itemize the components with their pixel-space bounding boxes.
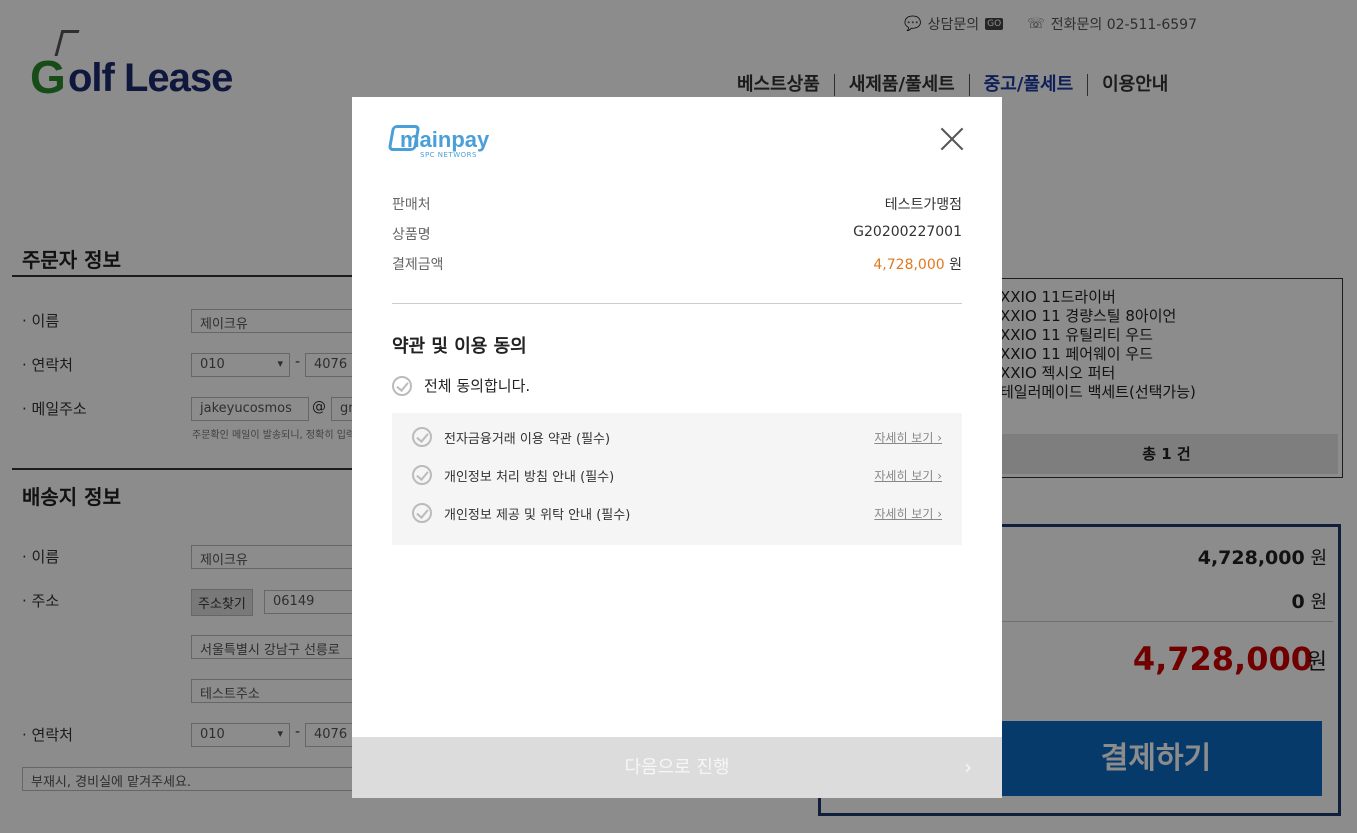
- divider: [392, 303, 962, 304]
- term-item: 개인정보 제공 및 위탁 안내 (필수) 자세히 보기 ›: [412, 503, 942, 523]
- checkout-page: G olf Lease 💬 상담문의 GO ☏ 전화문의 02-511-6597 베스…: [0, 0, 1357, 833]
- check-circle-icon[interactable]: [412, 427, 432, 447]
- next-button[interactable]: 다음으로 진행 ›: [352, 737, 1002, 798]
- product-row: 상품명 G20200227001: [392, 224, 962, 243]
- term-detail-link[interactable]: 자세히 보기 ›: [874, 467, 942, 484]
- close-icon[interactable]: [940, 127, 964, 151]
- mainpay-modal: mainpay SPC NETWORS 판매처 테스트가맹점 상품명 G2020…: [352, 97, 1002, 798]
- amount-row: 결제금액 4,728,000 원: [392, 257, 962, 273]
- agree-all-checkbox[interactable]: 전체 동의합니다.: [392, 375, 530, 396]
- term-detail-link[interactable]: 자세히 보기 ›: [874, 505, 942, 522]
- terms-list: 전자금융거래 이용 약관 (필수) 자세히 보기 › 개인정보 처리 방침 안내…: [392, 413, 962, 545]
- term-item: 개인정보 처리 방침 안내 (필수) 자세히 보기 ›: [412, 465, 942, 485]
- chevron-right-icon: ›: [964, 755, 972, 779]
- terms-title: 약관 및 이용 동의: [392, 336, 527, 357]
- check-circle-icon[interactable]: [412, 503, 432, 523]
- mainpay-logo: mainpay SPC NETWORS: [387, 121, 500, 161]
- term-item: 전자금융거래 이용 약관 (필수) 자세히 보기 ›: [412, 427, 942, 447]
- check-circle-icon[interactable]: [412, 465, 432, 485]
- seller-row: 판매처 테스트가맹점: [392, 197, 962, 213]
- check-circle-icon: [392, 375, 412, 396]
- term-detail-link[interactable]: 자세히 보기 ›: [874, 429, 942, 446]
